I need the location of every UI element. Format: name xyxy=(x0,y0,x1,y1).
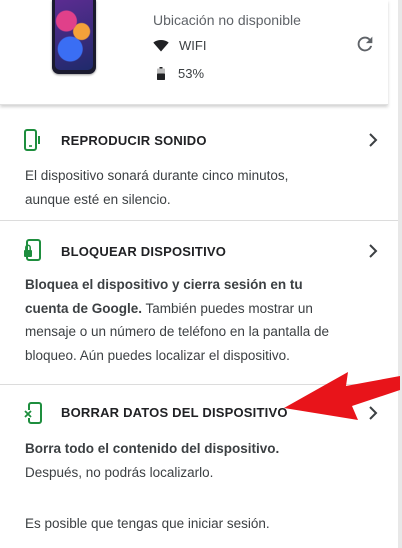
network-row: WIFI xyxy=(153,38,206,53)
network-label: WIFI xyxy=(179,38,207,53)
lock-device-section[interactable]: BLOQUEAR DISPOSITIVO Bloquea el disposit… xyxy=(0,221,398,384)
play-sound-description: El dispositivo sonará durante cinco minu… xyxy=(25,168,289,207)
battery-icon xyxy=(157,67,165,80)
battery-label: 53% xyxy=(178,66,205,81)
battery-row: 53% xyxy=(153,66,204,81)
red-arrow-annotation xyxy=(284,372,400,420)
erase-device-description-rest: Después, no podrás localizarlo. xyxy=(25,464,214,480)
phone-ring-icon xyxy=(24,129,40,151)
device-card: Ubicación no disponible WIFI 53% xyxy=(0,0,388,105)
erase-device-description-bold: Borra todo el contenido del dispositivo. xyxy=(25,441,280,456)
device-image xyxy=(52,0,96,74)
phone-lock-icon xyxy=(24,239,41,261)
lock-device-description: Bloquea el dispositivo y cierra sesión e… xyxy=(25,273,330,367)
erase-device-note: Es posible que tengas que iniciar sesión… xyxy=(25,516,270,531)
chevron-right-icon[interactable] xyxy=(368,244,378,258)
location-status: Ubicación no disponible xyxy=(153,12,301,28)
refresh-icon[interactable] xyxy=(354,33,376,55)
phone-erase-icon xyxy=(24,402,42,424)
chevron-right-icon[interactable] xyxy=(368,133,378,147)
play-sound-title: REPRODUCIR SONIDO xyxy=(61,133,207,148)
erase-device-description: Borra todo el contenido del dispositivo.… xyxy=(25,437,330,484)
erase-device-title: BORRAR DATOS DEL DISPOSITIVO xyxy=(61,405,288,420)
wifi-icon xyxy=(153,39,169,51)
lock-device-title: BLOQUEAR DISPOSITIVO xyxy=(61,244,227,259)
play-sound-section[interactable]: REPRODUCIR SONIDO El dispositivo sonará … xyxy=(0,104,398,220)
find-device-panel: Ubicación no disponible WIFI 53% REPRODU… xyxy=(0,0,398,548)
